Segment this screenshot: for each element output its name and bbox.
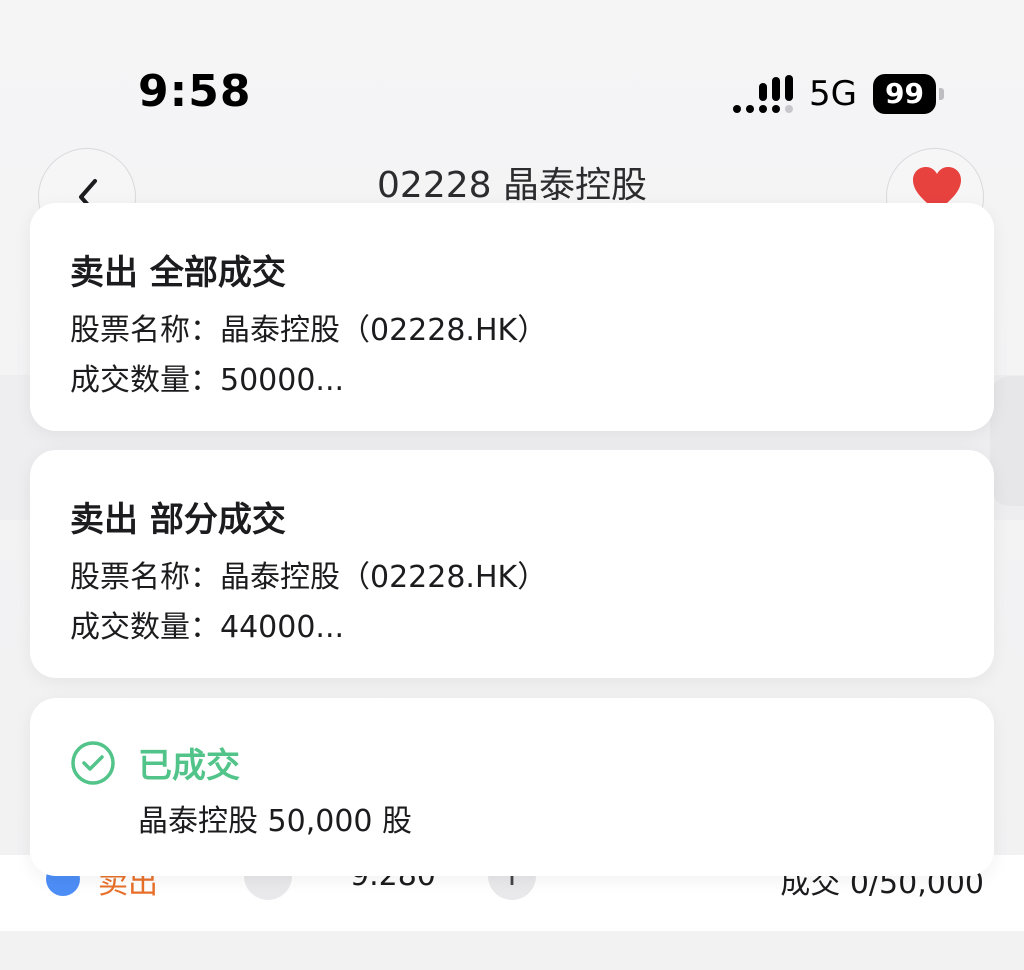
check-circle-icon — [71, 741, 115, 785]
notification-quantity: 成交数量：44000... — [70, 610, 345, 645]
background-panel-edge — [990, 376, 1024, 506]
bottom-strip — [0, 931, 1024, 970]
battery-level: 99 — [873, 74, 936, 114]
status-icons: 5G 99 — [733, 74, 944, 114]
notification-title: 卖出 全部成交 — [70, 253, 286, 293]
notification-stock-name: 股票名称：晶泰控股（02228.HK） — [70, 560, 548, 595]
notification-stock-name: 股票名称：晶泰控股（02228.HK） — [70, 313, 548, 348]
page-title: 02228 晶泰控股 — [377, 165, 647, 206]
notification-quantity: 成交数量：50000... — [70, 363, 345, 398]
signal-icon — [733, 75, 794, 113]
filled-toast[interactable]: 已成交 晶泰控股 50,000 股 — [30, 698, 994, 876]
notification-card[interactable]: 卖出 全部成交 股票名称：晶泰控股（02228.HK） 成交数量：50000..… — [30, 203, 994, 431]
notification-card[interactable]: 卖出 部分成交 股票名称：晶泰控股（02228.HK） 成交数量：44000..… — [30, 450, 994, 678]
screen: 9:58 5G 99 02228 晶泰控股 卖出 − 9.280 + 成交 0/ — [0, 0, 1024, 970]
status-time: 9:58 — [138, 66, 252, 117]
notification-title: 卖出 部分成交 — [70, 500, 286, 540]
toast-title: 已成交 — [138, 746, 240, 786]
battery-icon: 99 — [873, 74, 944, 114]
network-type: 5G — [809, 74, 858, 114]
toast-message: 晶泰控股 50,000 股 — [138, 804, 413, 839]
